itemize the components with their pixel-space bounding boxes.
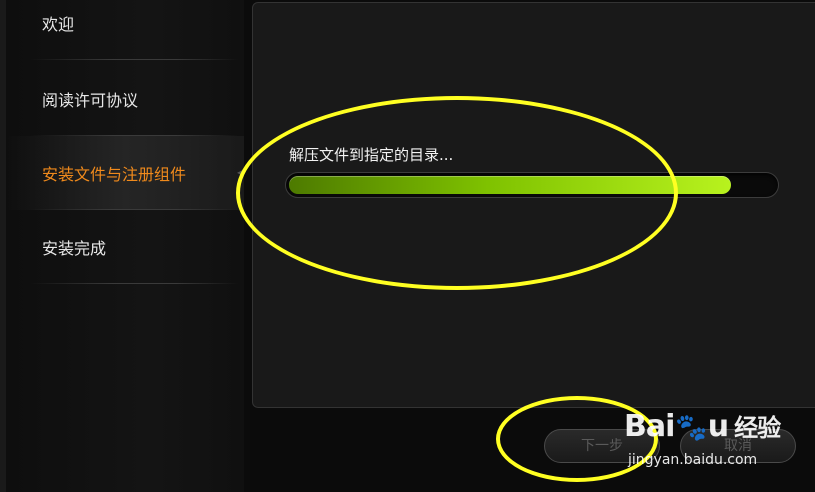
step-label: 安装完成 xyxy=(42,239,107,258)
step-divider xyxy=(30,59,238,60)
step-complete: 安装完成 xyxy=(6,210,244,284)
current-step-marker-icon: ◂ xyxy=(236,167,242,179)
step-install-files: 安装文件与注册组件 ◂ xyxy=(6,136,244,210)
install-steps-sidebar: 欢迎 阅读许可协议 安装文件与注册组件 ◂ 安装完成 xyxy=(6,0,244,492)
step-label: 安装文件与注册组件 xyxy=(42,165,187,184)
step-label: 欢迎 xyxy=(42,15,75,34)
step-label: 阅读许可协议 xyxy=(42,91,139,110)
progress-fill xyxy=(289,176,731,194)
step-divider xyxy=(30,283,238,284)
cancel-button[interactable]: 取消 xyxy=(680,429,796,463)
content-panel xyxy=(252,2,815,408)
step-license: 阅读许可协议 xyxy=(6,62,244,136)
next-button[interactable]: 下一步 xyxy=(544,429,660,463)
install-progress-bar xyxy=(285,172,779,198)
step-welcome: 欢迎 xyxy=(6,0,244,60)
install-status-text: 解压文件到指定的目录... xyxy=(289,146,454,164)
